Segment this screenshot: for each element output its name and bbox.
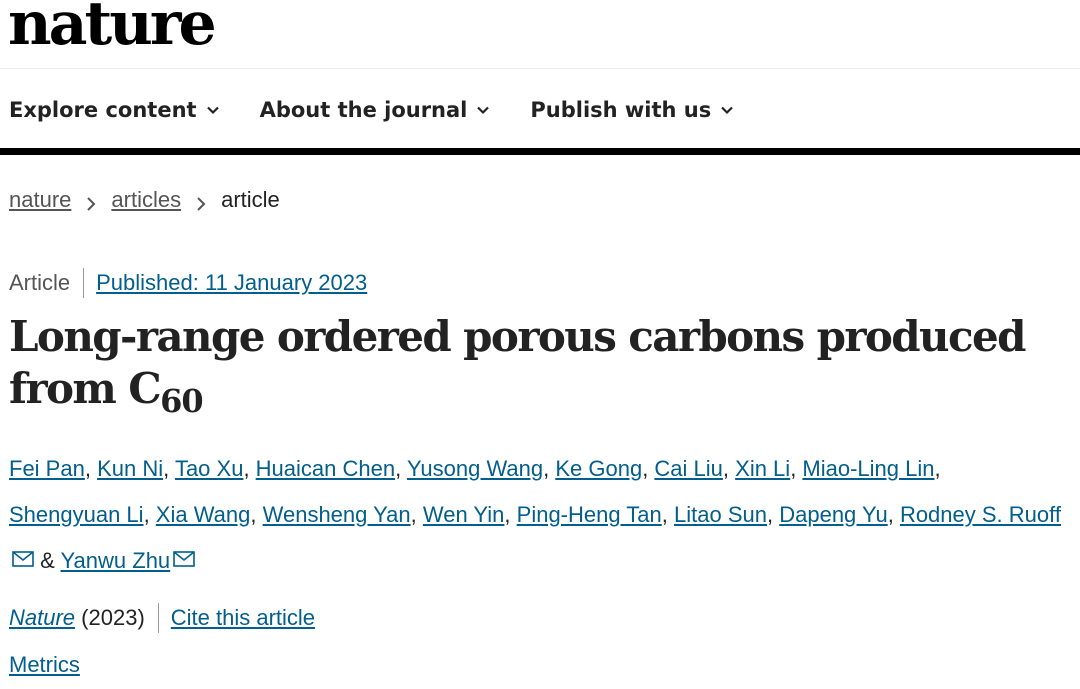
author-separator: , xyxy=(143,502,156,527)
nav-label: Explore content xyxy=(9,98,197,122)
nature-logo[interactable]: nature xyxy=(8,0,217,54)
author-link[interactable]: Tao Xu xyxy=(175,456,244,481)
published-date-link[interactable]: Published: 11 January 2023 xyxy=(96,270,367,296)
author-link[interactable]: Xia Wang xyxy=(156,502,251,527)
header-divider xyxy=(0,68,1080,69)
author-separator: , xyxy=(163,456,175,481)
envelope-icon[interactable] xyxy=(12,551,34,567)
citation-divider xyxy=(157,603,159,633)
chevron-down-icon xyxy=(206,103,220,117)
author-link[interactable]: Huaican Chen xyxy=(256,456,395,481)
metrics-link[interactable]: Metrics xyxy=(9,652,80,677)
article-type: Article xyxy=(9,270,71,295)
author-separator: , xyxy=(504,502,517,527)
breadcrumb-current: article xyxy=(221,187,280,212)
title-subscript: 60 xyxy=(160,382,204,420)
author-link[interactable]: Wen Yin xyxy=(423,502,505,527)
nav-explore-content[interactable]: Explore content xyxy=(9,98,220,122)
chevron-right-icon xyxy=(85,192,97,211)
author-separator: , xyxy=(934,456,941,481)
nav-divider xyxy=(0,148,1080,155)
journal-year: (2023) xyxy=(75,605,145,631)
author-separator: , xyxy=(395,456,407,481)
author-separator: , xyxy=(243,456,256,481)
author-link[interactable]: Yusong Wang xyxy=(407,456,543,481)
journal-name-link[interactable]: Nature xyxy=(9,605,75,631)
author-separator: , xyxy=(887,502,900,527)
article-meta: Article Published: 11 January 2023 xyxy=(9,268,367,298)
breadcrumb-link-articles[interactable]: articles xyxy=(111,187,181,213)
author-link[interactable]: Litao Sun xyxy=(674,502,767,527)
author-link[interactable]: Wensheng Yan xyxy=(263,502,411,527)
author-link[interactable]: Fei Pan xyxy=(9,456,85,481)
author-separator: , xyxy=(84,456,98,481)
author-separator: , xyxy=(661,502,675,527)
author-link[interactable]: Rodney S. Ruoff xyxy=(900,502,1061,527)
author-separator: , xyxy=(543,456,556,481)
author-separator: , xyxy=(722,456,736,481)
author-separator: , xyxy=(766,502,780,527)
author-separator: , xyxy=(790,456,803,481)
nav-label: Publish with us xyxy=(530,98,712,122)
envelope-icon[interactable] xyxy=(173,551,195,567)
nav-about-journal[interactable]: About the journal xyxy=(260,98,491,122)
author-link[interactable]: Shengyuan Li xyxy=(9,502,144,527)
meta-divider xyxy=(83,268,85,298)
chevron-right-icon xyxy=(195,192,207,211)
author-link[interactable]: Cai Liu xyxy=(654,456,722,481)
chevron-down-icon xyxy=(476,103,490,117)
author-link[interactable]: Ke Gong xyxy=(555,456,642,481)
author-link[interactable]: Xin Li xyxy=(735,456,790,481)
cite-article-link[interactable]: Cite this article xyxy=(171,605,315,631)
author-separator: , xyxy=(410,502,423,527)
article-title: Long-range ordered porous carbons produc… xyxy=(9,311,1079,427)
author-list: Fei Pan, Kun Ni, Tao Xu, Huaican Chen, Y… xyxy=(9,446,1080,584)
author-separator: , xyxy=(642,456,655,481)
nav-publish-with-us[interactable]: Publish with us xyxy=(530,98,734,122)
main-nav: Explore content About the journal Publis… xyxy=(0,90,764,130)
journal-citation: Nature (2023) Cite this article xyxy=(9,603,315,633)
author-separator: , xyxy=(250,502,263,527)
author-link[interactable]: Kun Ni xyxy=(97,456,163,481)
author-link[interactable]: Ping-Heng Tan xyxy=(517,502,662,527)
author-ampersand: & xyxy=(34,548,61,573)
year-text: (2023) xyxy=(81,605,145,630)
nav-label: About the journal xyxy=(259,98,468,122)
breadcrumb-link-nature[interactable]: nature xyxy=(9,187,71,213)
author-link[interactable]: Yanwu Zhu xyxy=(61,548,171,573)
author-link[interactable]: Dapeng Yu xyxy=(779,502,887,527)
author-link[interactable]: Miao-Ling Lin xyxy=(802,456,934,481)
chevron-down-icon xyxy=(720,103,734,117)
breadcrumb: nature articles article xyxy=(9,187,280,213)
